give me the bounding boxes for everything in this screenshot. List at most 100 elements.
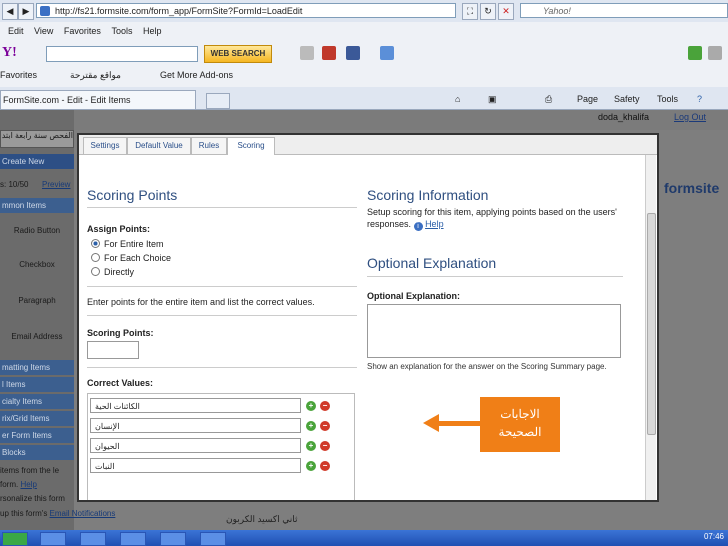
form-title-select[interactable]: الفحص سنة رابعة ابتدائي — [0, 130, 74, 148]
taskbar-app[interactable] — [80, 532, 106, 546]
page-icon — [40, 6, 50, 16]
checkbox-item[interactable]: Checkbox — [0, 260, 74, 269]
paragraph-item[interactable]: Paragraph — [0, 296, 74, 305]
add-icon[interactable] — [688, 46, 702, 60]
browser-tab[interactable]: FormSite.com - Edit - Edit Items — [0, 90, 196, 109]
items-count: s: 10/50 — [0, 180, 29, 189]
radio-button-item[interactable]: Radio Button — [0, 226, 74, 235]
menu-tools[interactable]: Tools — [111, 22, 132, 41]
left-sidebar: الفحص سنة رابعة ابتدائي Create New s: 10… — [0, 110, 115, 530]
radio-directly[interactable]: Directly — [91, 267, 134, 277]
section-general[interactable]: l Items — [0, 377, 74, 392]
mail-icon[interactable] — [380, 46, 394, 60]
remove-value-icon[interactable]: − — [320, 401, 330, 411]
email-address-item[interactable]: Email Address — [0, 332, 74, 341]
section-other[interactable]: er Form Items — [0, 428, 74, 443]
section-blocks[interactable]: Blocks — [0, 445, 74, 460]
add-value-icon[interactable]: + — [306, 401, 316, 411]
taskbar-app[interactable] — [160, 532, 186, 546]
correct-value-input[interactable]: الحيوان — [90, 438, 301, 453]
callout-line-1: الاجابات — [500, 407, 540, 421]
web-search-button[interactable]: WEB SEARCH — [204, 45, 272, 63]
addons-link[interactable]: Get More Add-ons — [160, 70, 233, 80]
tab-rules[interactable]: Rules — [191, 137, 227, 154]
settings-icon[interactable] — [708, 46, 722, 60]
section-matrix[interactable]: rix/Grid Items — [0, 411, 74, 426]
preview-link[interactable]: Preview — [42, 180, 70, 189]
remove-value-icon[interactable]: − — [320, 441, 330, 451]
back-button[interactable]: ◀ — [2, 3, 18, 20]
radio-each-choice[interactable]: For Each Choice — [91, 253, 171, 263]
feeds-icon[interactable]: ▣ — [488, 94, 497, 105]
add-value-icon[interactable]: + — [306, 421, 316, 431]
footer-line-4: up this form's Email Notifications — [0, 509, 116, 518]
yahoo-search-input[interactable] — [46, 46, 198, 62]
page-menu[interactable]: Page — [577, 94, 598, 104]
help-icon[interactable]: ? — [697, 94, 702, 104]
stop-button[interactable]: ✕ — [498, 3, 514, 20]
section-formatting[interactable]: matting Items — [0, 360, 74, 375]
remove-value-icon[interactable]: − — [320, 421, 330, 431]
menu-view[interactable]: View — [34, 22, 53, 41]
scoring-points-heading: Scoring Points — [87, 187, 178, 203]
dialog-tabs: Settings Default Value Rules Scoring — [79, 135, 657, 155]
help-link-behind[interactable]: Help — [20, 480, 36, 489]
edit-item-dialog: Settings Default Value Rules Scoring Sco… — [77, 133, 659, 502]
scoring-info-text: Setup scoring for this item, applying po… — [367, 207, 617, 231]
divider — [87, 207, 357, 208]
correct-value-input[interactable]: النبات — [90, 458, 301, 473]
forward-button[interactable]: ▶ — [18, 3, 34, 20]
start-button[interactable] — [2, 532, 28, 546]
arrow-shaft — [437, 421, 481, 426]
help-link[interactable]: Help — [425, 219, 444, 229]
radio-entire-item[interactable]: For Entire Item — [91, 239, 164, 249]
scoring-information-heading: Scoring Information — [367, 187, 489, 203]
facebook-icon[interactable] — [346, 46, 360, 60]
add-value-icon[interactable]: + — [306, 461, 316, 471]
menu-favorites[interactable]: Favorites — [64, 22, 101, 41]
email-notifications-link[interactable]: Email Notifications — [50, 509, 116, 518]
clock: 07:46 — [703, 532, 724, 541]
compat-view-button[interactable]: ⛶ — [462, 3, 478, 20]
favorites-bar: Favorites مواقع مقترحة Get More Add-ons — [0, 65, 728, 88]
taskbar-app[interactable] — [40, 532, 66, 546]
menu-help[interactable]: Help — [143, 22, 162, 41]
create-new-tab[interactable]: Create New — [0, 154, 74, 169]
address-bar-row: ◀ ▶ http://fs21.formsite.com/form_app/Fo… — [0, 0, 728, 23]
optional-explanation-textarea[interactable] — [367, 304, 621, 358]
taskbar-app[interactable] — [200, 532, 226, 546]
correct-answers-callout: الاجابات الصحيحة — [480, 397, 560, 452]
help-icon: i — [413, 222, 423, 231]
youtube-icon[interactable] — [322, 46, 336, 60]
username: doda_khalifa — [598, 112, 650, 122]
remove-value-icon[interactable]: − — [320, 461, 330, 471]
print-icon[interactable]: ⎙ — [545, 94, 552, 105]
callout-line-2: الصحيحة — [498, 425, 542, 439]
browser-search-field[interactable]: Yahoo! — [520, 3, 728, 18]
new-tab-button[interactable] — [206, 93, 230, 109]
tab-default-value[interactable]: Default Value — [127, 137, 191, 154]
yahoo-logo[interactable]: Y! — [2, 45, 17, 61]
logout-link[interactable]: Log Out — [674, 112, 706, 122]
menu-edit[interactable]: Edit — [8, 22, 24, 41]
suggested-sites-link[interactable]: مواقع مقترحة — [70, 70, 121, 81]
tab-settings[interactable]: Settings — [83, 137, 127, 154]
tools-menu[interactable]: Tools — [657, 94, 678, 104]
optional-explanation-note: Show an explanation for the answer on th… — [367, 362, 607, 371]
correct-value-input[interactable]: الكائنات الحية — [90, 398, 301, 413]
dialog-scroll-thumb[interactable] — [647, 213, 656, 435]
scoring-points-input[interactable] — [87, 341, 139, 359]
correct-value-input[interactable]: الإنسان — [90, 418, 301, 433]
section-common-items[interactable]: mmon Items — [0, 198, 74, 213]
taskbar-app[interactable] — [120, 532, 146, 546]
toolbar-app-icon[interactable] — [300, 46, 314, 60]
favorites-button[interactable]: Favorites — [0, 70, 37, 80]
footer-line-2: form. Help — [0, 480, 37, 489]
safety-menu[interactable]: Safety — [614, 94, 640, 104]
tab-scoring[interactable]: Scoring — [227, 137, 275, 155]
section-specialty[interactable]: cialty Items — [0, 394, 74, 409]
refresh-button[interactable]: ↻ — [480, 3, 496, 20]
home-icon[interactable]: ⌂ — [455, 94, 460, 104]
add-value-icon[interactable]: + — [306, 441, 316, 451]
url-field[interactable]: http://fs21.formsite.com/form_app/FormSi… — [36, 3, 456, 18]
